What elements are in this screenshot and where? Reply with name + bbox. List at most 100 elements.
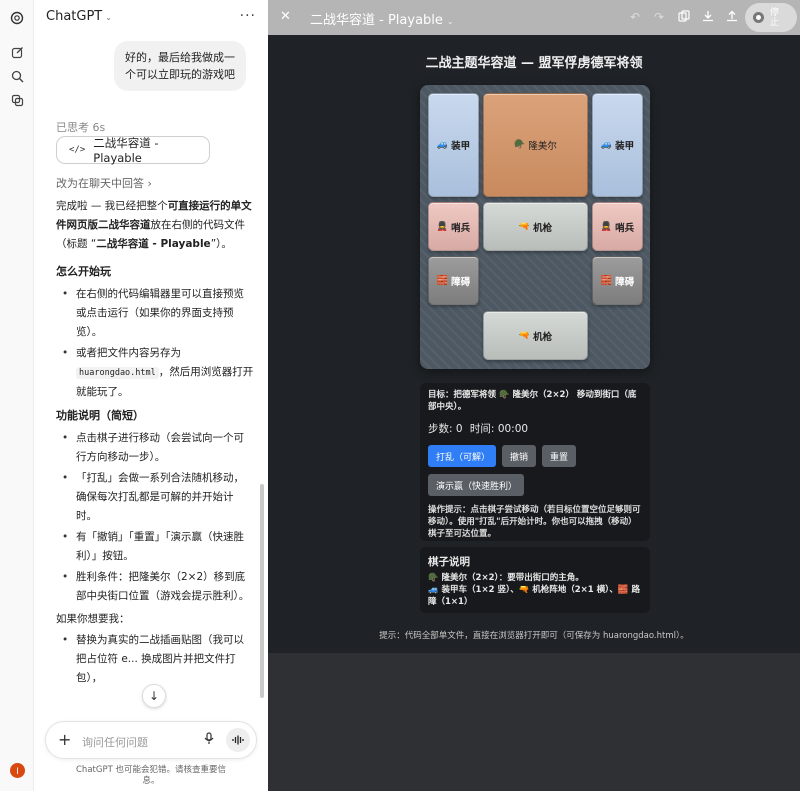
more-options-icon[interactable]: ··· <box>240 8 256 24</box>
heading-features: 功能说明（简短） <box>56 409 144 422</box>
piece-armor-left[interactable]: 🚙 装甲 <box>428 93 479 197</box>
armor-car-icon: 🚙 <box>436 140 449 150</box>
shuffle-button[interactable]: 打乱（可解） <box>428 445 496 467</box>
chat-header: ChatGPT ⌄ ··· <box>34 0 268 36</box>
demo-win-button[interactable]: 演示赢（快速胜利） <box>428 474 524 496</box>
canvas-toolbar: ✕ 二战华容道 - Playable ⌄ ↶ ↷ 停止 <box>268 0 800 35</box>
model-selector[interactable]: ChatGPT ⌄ <box>46 9 112 24</box>
search-icon[interactable] <box>9 68 25 84</box>
stop-button[interactable]: 停止 <box>745 3 797 32</box>
library-icon[interactable] <box>9 92 25 108</box>
code-icon: </> <box>69 145 86 155</box>
legend-line: 🪖 隆美尔（2×2）：要带出街口的主角。 <box>428 573 584 583</box>
reset-button[interactable]: 重置 <box>542 445 577 467</box>
app-name: ChatGPT <box>46 9 103 24</box>
stats-row: 步数: 0 时间: 00:00 <box>428 421 642 436</box>
assistant-message: 完成啦 — 我已经把整个可直接运行的单文件网页版二战华容道放在右侧的代码文件（标… <box>56 197 254 692</box>
piece-label: 装甲 <box>615 141 635 152</box>
artifact-pill[interactable]: </> 二战华容道 - Playable <box>56 136 210 165</box>
heading-more: 如果你想要我： <box>56 613 130 625</box>
list-item-text: 或者把文件内容另存为 <box>76 347 181 359</box>
list-item: 在右侧的代码编辑器里可以直接预览或点击运行（如果你的界面支持预览）。 <box>56 285 254 342</box>
stop-label: 停止 <box>770 7 780 28</box>
gun-icon: 🔫 <box>518 221 531 232</box>
operation-tip: 操作提示：点击棋子尝试移动（若目标位置空位足够则可移动）。使用"打乱"后开始计时… <box>428 505 641 539</box>
conversation-scroll[interactable]: 好的，最后给我做成一个可以立即玩的游戏吧 已思考 6s </> 二战华容道 - … <box>34 36 268 716</box>
list-item: 或者把文件内容另存为 huarongdao.html，然后用浏览器打开就能玩了。 <box>56 344 254 402</box>
list-item: 替换为真实的二战插画贴图（我可以把占位符 e... 换成图片并把文件打包）， <box>56 631 254 688</box>
brick-icon: 🧱 <box>436 275 449 286</box>
arrow-down-icon: ↓ <box>148 689 160 703</box>
chat-panel: ChatGPT ⌄ ··· 好的，最后给我做成一个可以立即玩的游戏吧 已思考 6s… <box>34 0 268 791</box>
piece-sentry-left[interactable]: 💂 哨兵 <box>428 202 479 251</box>
redo-icon[interactable]: ↷ <box>654 10 664 24</box>
openai-logo-icon[interactable] <box>9 10 25 26</box>
piece-sentry-right[interactable]: 💂 哨兵 <box>592 202 643 251</box>
piece-machine-gun-bottom[interactable]: 🔫 机枪 <box>483 311 588 360</box>
mic-icon[interactable] <box>204 732 214 748</box>
control-buttons: 打乱（可解） 撤销 重置 <box>428 445 642 467</box>
intro-text-1: 完成啦 — 我已经把整个 <box>56 200 168 212</box>
user-message-bubble: 好的，最后给我做成一个可以立即玩的游戏吧 <box>114 41 246 91</box>
steps-label: 步数: <box>428 423 453 435</box>
user-avatar[interactable]: I <box>10 763 25 778</box>
undo-button[interactable]: 撤销 <box>502 445 537 467</box>
piece-legend: 棋子说明 🪖 隆美尔（2×2）：要带出街口的主角。 🚙 装甲车（1×2 竖）、🔫… <box>420 547 650 613</box>
game-title: 二战主题华容道 — 盟军俘虏德军将领 <box>425 56 643 71</box>
piece-label: 哨兵 <box>451 222 471 234</box>
close-icon[interactable]: ✕ <box>280 9 291 24</box>
undo-icon[interactable]: ↶ <box>630 10 640 24</box>
piece-label: 机枪 <box>533 222 553 234</box>
piece-label: 装甲 <box>451 141 471 152</box>
piece-label: 障碍 <box>451 276 471 288</box>
piece-rommel[interactable]: 🪖 隆美尔 <box>483 93 588 197</box>
new-chat-icon[interactable] <box>9 44 25 60</box>
game-info-panel: 目标：把德军将领 🪖 隆美尔（2×2） 移动到街口（底部中央）。 步数: 0 时… <box>420 383 650 541</box>
guard-icon: 💂 <box>600 221 613 232</box>
voice-mode-icon[interactable] <box>226 728 250 752</box>
piece-block-left[interactable]: 🧱 障碍 <box>428 256 479 305</box>
intro-paragraph: 完成啦 — 我已经把整个可直接运行的单文件网页版二战华容道放在右侧的代码文件（标… <box>56 197 254 254</box>
heading-start: 怎么开始玩 <box>56 265 111 278</box>
list-item: 「打乱」会做一系列合法随机移动，确保每次打乱都是可解的并开始计时。 <box>56 469 254 526</box>
features-list: 点击棋子进行移动（会尝试向一个可行方向移动一步）。 「打乱」会做一系列合法随机移… <box>56 429 254 606</box>
footer-hint: 提示：代码全部单文件，直接在浏览器打开即可（可保存为 huarongdao.ht… <box>379 631 689 641</box>
inline-code: huarongdao.html <box>76 367 159 379</box>
piece-label: 机枪 <box>533 331 553 343</box>
scrollbar[interactable] <box>260 484 264 698</box>
more-list: 替换为真实的二战插画贴图（我可以把占位符 e... 换成图片并把文件打包）， <box>56 631 254 688</box>
canvas-title[interactable]: 二战华容道 - Playable ⌄ <box>310 9 454 28</box>
canvas-title-text: 二战华容道 - Playable <box>310 13 443 28</box>
composer: + 询问任何问题 <box>45 721 257 759</box>
download-icon[interactable] <box>702 10 714 25</box>
piece-machine-gun-top[interactable]: 🔫 机枪 <box>483 202 588 251</box>
gun-icon: 🔫 <box>518 330 531 341</box>
share-icon[interactable] <box>726 10 738 25</box>
time-label: 时间: <box>469 423 495 435</box>
intro-text-4: 二战华容道 - Playable <box>96 238 211 250</box>
answer-in-chat-link[interactable]: 改为在聊天中回答 › <box>56 175 152 191</box>
armor-car-icon: 🚙 <box>600 140 613 150</box>
steps-value: 0 <box>455 423 463 435</box>
piece-label: 哨兵 <box>615 222 635 234</box>
prompt-input[interactable]: 询问任何问题 <box>82 734 148 750</box>
plus-icon[interactable]: + <box>58 731 71 749</box>
goal-text: 目标：把德军将领 🪖 隆美尔（2×2） 移动到街口（底部中央）。 <box>428 390 637 412</box>
thinking-time[interactable]: 已思考 6s <box>56 119 105 135</box>
brick-icon: 🧱 <box>600 275 613 286</box>
copy-icon[interactable] <box>678 10 690 25</box>
piece-armor-right[interactable]: 🚙 装甲 <box>592 93 643 197</box>
scroll-down-button[interactable]: ↓ <box>142 684 166 708</box>
legend-line: 🚙 装甲车（1×2 竖）、🔫 机枪阵地（2×1 横）、🧱 路障（1×1） <box>428 585 640 607</box>
piece-block-right[interactable]: 🧱 障碍 <box>592 256 643 305</box>
list-item: 胜利条件：把隆美尔（2×2）移到底部中央街口位置（游戏会提示胜利）。 <box>56 568 254 606</box>
icon-rail: I <box>0 0 34 791</box>
disclaimer: ChatGPT 也可能会犯错。请核查重要信息。 <box>76 765 226 786</box>
chevron-down-icon: ⌄ <box>105 13 112 22</box>
chevron-down-icon: ⌄ <box>446 17 454 26</box>
game-board: 🚙 装甲 🪖 隆美尔 🚙 装甲 💂 哨兵 🔫 机枪 💂 哨兵 🧱 障碍 🧱 障碍 🔫 机枪 <box>420 85 650 369</box>
guard-icon: 💂 <box>436 221 449 232</box>
start-list: 在右侧的代码编辑器里可以直接预览或点击运行（如果你的界面支持预览）。 或者把文件… <box>56 285 254 402</box>
stop-icon <box>753 12 764 23</box>
game-preview: 二战主题华容道 — 盟军俘虏德军将领 🚙 装甲 🪖 隆美尔 🚙 装甲 💂 哨兵 🔫 机枪 … <box>268 35 800 653</box>
